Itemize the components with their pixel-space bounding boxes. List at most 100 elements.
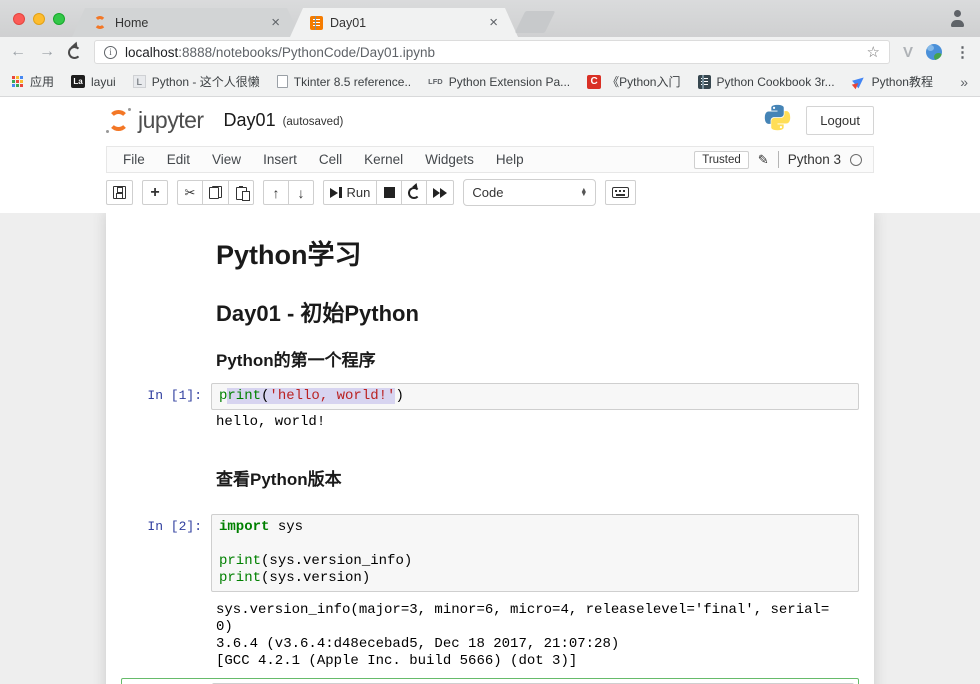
zoom-window-button[interactable] <box>53 13 65 25</box>
bookmark-label: 应用 <box>30 73 54 90</box>
bookmark-apps[interactable]: 应用 <box>12 73 54 90</box>
code-input-area[interactable]: print('hello, world!') <box>211 383 859 410</box>
forward-icon[interactable]: → <box>39 44 55 60</box>
bookmarks-overflow-icon[interactable]: » <box>960 74 968 90</box>
tab-day01[interactable]: Day01 × <box>290 8 518 37</box>
copy-cell-button[interactable] <box>202 180 229 205</box>
output-area-2: sys.version_info(major=3, minor=6, micro… <box>121 602 859 670</box>
reload-icon[interactable] <box>68 46 81 59</box>
menu-file[interactable]: File <box>112 148 156 171</box>
paste-cell-button[interactable] <box>228 180 254 205</box>
profile-icon[interactable] <box>949 10 966 27</box>
address-input[interactable]: i localhost:8888/notebooks/PythonCode/Da… <box>94 40 890 64</box>
divider <box>778 151 779 168</box>
notebook-scroll-area[interactable]: Python学习 Day01 - 初始Python Python的第一个程序 I… <box>0 213 980 684</box>
bookmark-label: layui <box>91 75 116 89</box>
menu-kernel[interactable]: Kernel <box>353 148 414 171</box>
jupyter-brand[interactable]: jupyter <box>138 107 204 134</box>
bookmark-cookbook[interactable]: Python Cookbook 3r... <box>698 75 835 89</box>
page-info-icon[interactable]: i <box>104 46 117 59</box>
code-token: print <box>219 553 261 569</box>
code-token: import <box>219 519 269 535</box>
tab-day01-close-icon[interactable]: × <box>489 15 498 30</box>
code-cell-3-selected[interactable]: In [ ]: <box>121 678 859 684</box>
restart-run-all-button[interactable] <box>426 180 454 205</box>
arrow-up-icon: ↑ <box>273 185 280 201</box>
autosave-status: (autosaved) <box>283 116 344 128</box>
bookmark-label: Python教程 <box>872 73 933 90</box>
cut-cell-button[interactable]: ✂ <box>177 180 203 205</box>
code-token: ) <box>395 388 403 404</box>
bookmark-python-extension[interactable]: LFD Python Extension Pa... <box>428 75 570 89</box>
heading-python-study: Python学习 <box>216 233 859 272</box>
extension-globe-icon[interactable] <box>926 44 942 60</box>
move-cell-down-button[interactable]: ↓ <box>288 180 314 205</box>
bookmark-python-intro[interactable]: C 《Python入门 <box>587 73 680 90</box>
bookmark-label: Tkinter 8.5 reference.. <box>294 75 411 89</box>
step-forward-icon <box>330 187 342 198</box>
bookmark-python-tutorial[interactable]: Python教程 <box>852 73 933 90</box>
fast-forward-icon <box>433 188 447 198</box>
jupyter-favicon-icon <box>92 15 108 30</box>
bookmark-python-blog[interactable]: L Python - 这个人很懒 <box>133 73 260 90</box>
logout-button[interactable]: Logout <box>806 106 874 135</box>
bookmark-label: Python Extension Pa... <box>449 75 570 89</box>
apps-grid-icon <box>12 76 15 79</box>
markdown-cell-version[interactable]: 查看Python版本 <box>121 465 859 490</box>
jupyter-logo-icon[interactable] <box>106 109 131 132</box>
lfd-icon: LFD <box>428 77 443 86</box>
tab-bar: Home × Day01 × <box>0 0 980 37</box>
heading-day01: Day01 - 初始Python <box>216 296 859 328</box>
cell-type-value: Code <box>472 185 503 200</box>
layui-icon: La <box>71 75 85 88</box>
markdown-cell-title[interactable]: Python学习 Day01 - 初始Python Python的第一个程序 <box>121 233 859 371</box>
book-icon <box>698 75 711 89</box>
new-tab-button[interactable] <box>515 11 556 33</box>
minimize-window-button[interactable] <box>33 13 45 25</box>
interrupt-kernel-button[interactable] <box>376 180 402 205</box>
keyboard-icon <box>612 187 629 198</box>
restart-kernel-button[interactable] <box>401 180 427 205</box>
bookmark-star-icon[interactable]: ☆ <box>867 43 880 61</box>
url-host: localhost <box>125 45 178 60</box>
output-text: [GCC 4.2.1 (Apple Inc. build 5666) (dot … <box>216 653 836 670</box>
tab-home-close-icon[interactable]: × <box>271 15 280 30</box>
menu-help[interactable]: Help <box>485 148 535 171</box>
notebook-title[interactable]: Day01 <box>224 110 276 131</box>
close-window-button[interactable] <box>13 13 25 25</box>
menu-edit[interactable]: Edit <box>156 148 201 171</box>
chrome-menu-icon[interactable]: ⋮ <box>955 43 970 61</box>
tab-home[interactable]: Home × <box>72 8 300 37</box>
cell-type-select[interactable]: Code ▲▼ <box>463 179 596 206</box>
output-text: 3.6.4 (v3.6.4:d48ecebad5, Dec 18 2017, 2… <box>216 636 836 653</box>
scissors-icon: ✂ <box>185 185 196 201</box>
copy-icon <box>209 186 222 199</box>
move-cell-up-button[interactable]: ↑ <box>263 180 289 205</box>
edit-mode-pencil-icon: ✎ <box>758 152 769 168</box>
bookmark-tkinter[interactable]: Tkinter 8.5 reference.. <box>277 75 411 89</box>
menu-cell[interactable]: Cell <box>308 148 353 171</box>
extension-v-icon[interactable]: V <box>903 44 913 61</box>
code-input-area[interactable]: import sys print(sys.version_info)print(… <box>211 514 859 592</box>
bookmark-label: Python Cookbook 3r... <box>717 75 835 89</box>
menu-view[interactable]: View <box>201 148 252 171</box>
toolbar: + ✂ ↑ ↓ Run Code ▲▼ <box>0 173 980 213</box>
save-button[interactable] <box>106 180 133 205</box>
jupyter-header: jupyter Day01 (autosaved) Logout <box>0 97 980 143</box>
command-palette-button[interactable] <box>605 180 636 205</box>
output-text: hello, world! <box>216 414 836 431</box>
select-arrows-icon: ▲▼ <box>580 189 587 197</box>
code-cell-2[interactable]: In [2]: import sys print(sys.version_inf… <box>121 514 859 592</box>
menu-insert[interactable]: Insert <box>252 148 308 171</box>
code-token: (sys.version) <box>261 570 370 586</box>
trusted-button[interactable]: Trusted <box>694 151 749 169</box>
run-cell-button[interactable]: Run <box>323 180 377 205</box>
heading-check-version: 查看Python版本 <box>216 465 859 490</box>
menu-widgets[interactable]: Widgets <box>414 148 485 171</box>
bookmark-layui[interactable]: La layui <box>71 75 116 89</box>
add-cell-button[interactable]: + <box>142 180 168 205</box>
code-cell-1[interactable]: In [1]: print('hello, world!') <box>121 383 859 410</box>
code-token: print <box>219 570 261 586</box>
back-icon[interactable]: ← <box>10 44 26 60</box>
window-controls <box>13 13 65 25</box>
